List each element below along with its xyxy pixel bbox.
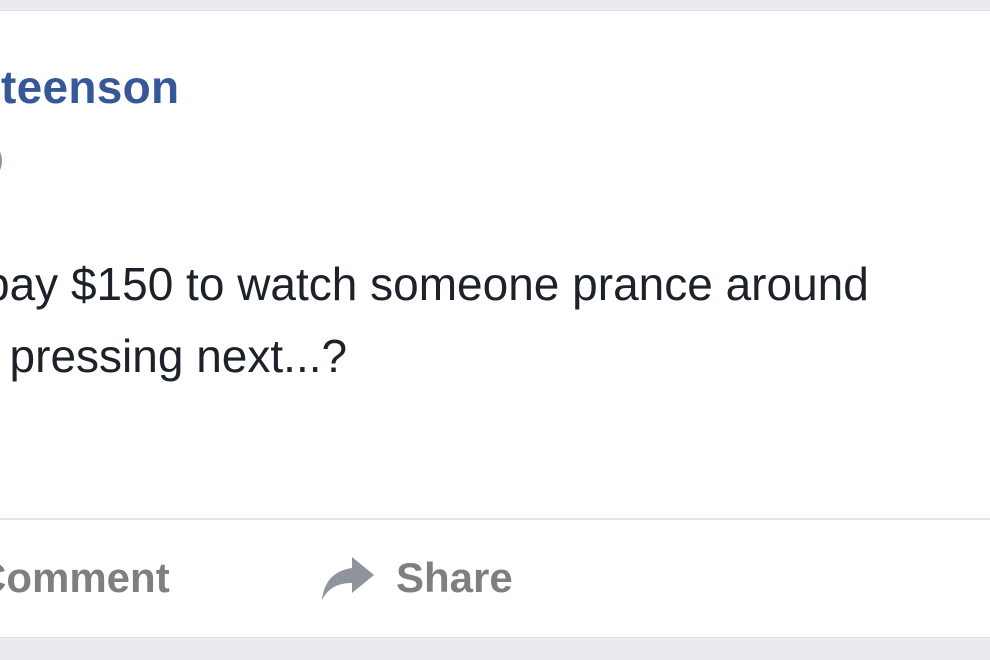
share-label: Share [396, 554, 513, 601]
share-arrow-icon [322, 557, 374, 600]
actions-divider [0, 518, 990, 520]
comment-label: Comment [0, 554, 170, 601]
share-button[interactable]: Share [318, 540, 513, 616]
comment-button[interactable]: Comment [0, 540, 170, 616]
post-text-line: t pressing next...? [0, 330, 348, 382]
post-actions-bar: Comment Share [0, 540, 990, 616]
post-text-line: pay $150 to watch someone prance around [0, 258, 869, 310]
post-author-name[interactable]: Steenson [0, 60, 179, 114]
post-body: pay $150 to watch someone prance around … [0, 248, 869, 392]
